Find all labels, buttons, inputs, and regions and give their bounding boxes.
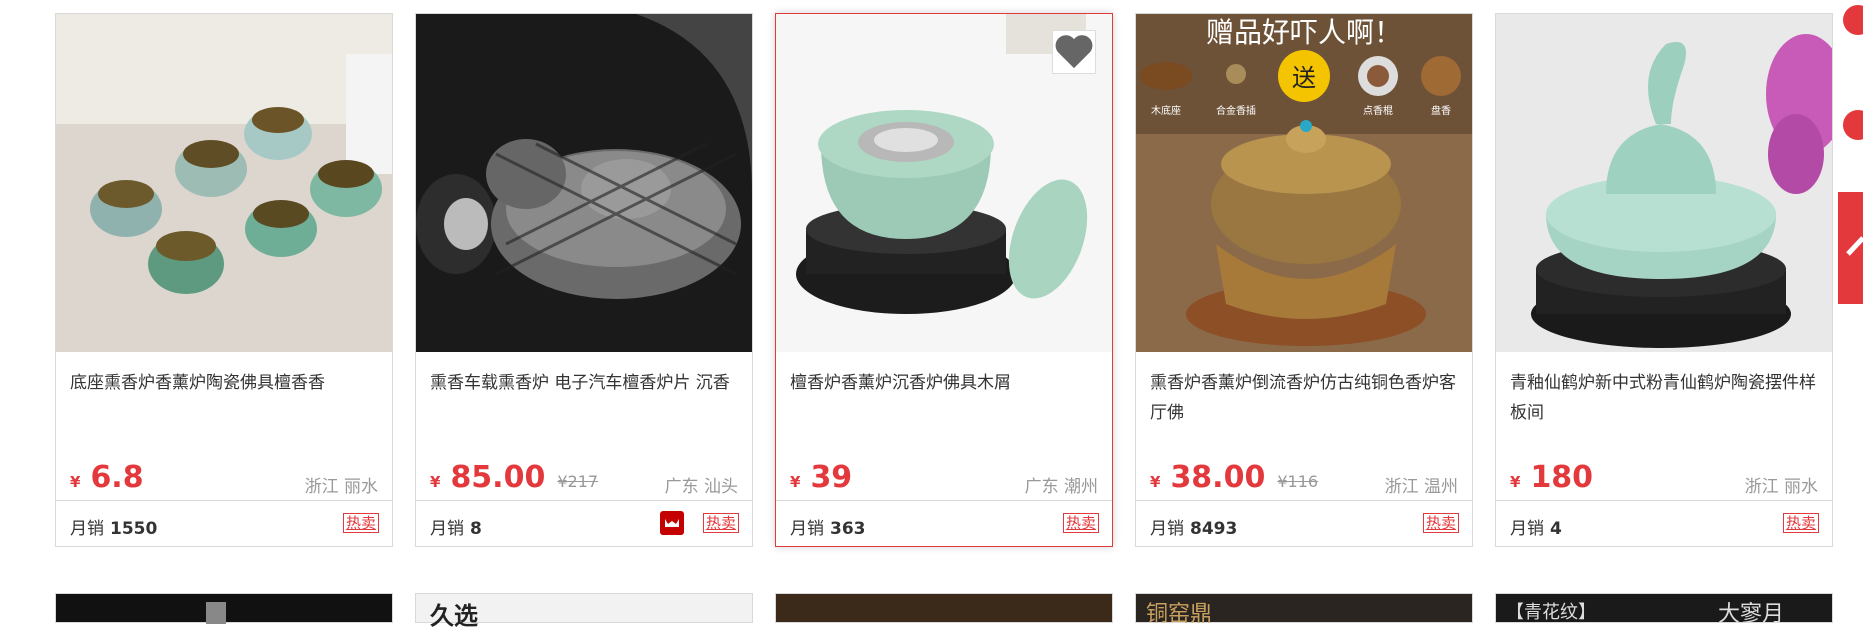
sidebar-icon [1843, 5, 1863, 35]
product-card[interactable]: 熏香车载熏香炉 电子汽车檀香炉片 沉香 ¥ 85.00 ¥217 广东 汕头 月… [415, 13, 753, 547]
image-text: 大寥月 [1718, 602, 1785, 627]
price-value: 180 [1530, 460, 1594, 495]
back-to-top-button[interactable] [1838, 192, 1863, 304]
hot-sale-badge[interactable]: 热卖 [1782, 513, 1819, 533]
image-text: 【青花纹】 [1506, 602, 1596, 623]
currency-symbol: ¥ [1150, 473, 1161, 491]
favorite-heart-button[interactable] [1052, 30, 1096, 74]
sales-label: 月销 [790, 519, 824, 539]
hot-sale-badge[interactable]: 热卖 [1062, 513, 1099, 533]
image-text: 久选 [430, 602, 478, 630]
product-image[interactable] [1496, 14, 1832, 352]
gift-item: 木底座 [1151, 104, 1181, 117]
sales-count: 8493 [1190, 519, 1238, 539]
sales-label: 月销 [1510, 519, 1544, 539]
product-card[interactable]: 底座熏香炉香薰炉陶瓷佛具檀香香 ¥ 6.8 浙江 丽水 月销 1550 热卖 [55, 13, 393, 547]
original-price: ¥116 [1277, 472, 1319, 491]
sidebar-tool-1[interactable] [1838, 0, 1863, 50]
product-image[interactable] [776, 14, 1112, 352]
original-price: ¥217 [557, 472, 599, 491]
product-card-partial[interactable]: 久选 [415, 593, 753, 630]
sidebar-icon [1843, 110, 1863, 140]
currency-symbol: ¥ [70, 473, 81, 491]
chevron-up-icon [1846, 236, 1863, 256]
image-text: 铜窑鼎 [1146, 602, 1213, 627]
sales-count: 363 [830, 519, 866, 539]
product-location: 浙江 温州 [1384, 477, 1458, 497]
sales-count: 8 [470, 519, 482, 539]
sales-count: 1550 [110, 519, 158, 539]
product-card[interactable]: 檀香炉香薰炉沉香炉佛具木屑 ¥ 39 广东 潮州 月销 363 热卖 [775, 13, 1113, 547]
sales-count: 4 [1550, 519, 1562, 539]
product-image[interactable] [56, 14, 392, 352]
price-value: 85.00 [450, 460, 546, 495]
product-location: 广东 汕头 [664, 477, 738, 497]
sales-label: 月销 [1150, 519, 1184, 539]
product-image-fragment [206, 602, 226, 624]
product-card-partial[interactable] [55, 593, 393, 624]
product-image[interactable]: 赠品好吓人啊！ 送 木底座 合金香插 点香棍 盘香 [1136, 14, 1472, 352]
monthly-sales: 月销 363 [790, 514, 866, 539]
card-footer: 月销 4 热卖 [1496, 500, 1832, 549]
hot-sale-badge[interactable]: 热卖 [702, 513, 739, 533]
monthly-sales: 月销 4 [1510, 514, 1562, 539]
card-footer: 月销 8 热卖 [416, 500, 752, 549]
product-price: ¥ 180 [1510, 460, 1593, 500]
price-value: 6.8 [90, 460, 144, 495]
price-value: 39 [810, 460, 853, 495]
product-location: 浙江 丽水 [1744, 477, 1818, 497]
sidebar-tool-2[interactable] [1838, 100, 1863, 160]
heart-icon [1055, 35, 1093, 69]
monthly-sales: 月销 8 [430, 514, 482, 539]
product-card[interactable]: 赠品好吓人啊！ 送 木底座 合金香插 点香棍 盘香 熏香炉香薰炉倒流香炉仿古纯铜… [1135, 13, 1473, 547]
card-footer: 月销 363 热卖 [776, 500, 1112, 549]
product-card-partial[interactable]: 铜窑鼎 [1135, 593, 1473, 627]
tmall-cat-icon[interactable] [660, 511, 684, 535]
product-price: ¥ 85.00 ¥217 [430, 460, 598, 500]
product-card-partial[interactable] [775, 593, 1113, 623]
monthly-sales: 月销 1550 [70, 514, 157, 539]
gift-item: 盘香 [1431, 104, 1451, 117]
product-title[interactable]: 熏香炉香薰炉倒流香炉仿古纯铜色香炉客厅佛 [1150, 368, 1460, 428]
card-footer: 月销 1550 热卖 [56, 500, 392, 549]
product-title[interactable]: 熏香车载熏香炉 电子汽车檀香炉片 沉香 [430, 368, 740, 398]
product-location: 浙江 丽水 [304, 477, 378, 497]
currency-symbol: ¥ [790, 473, 801, 491]
price-value: 38.00 [1170, 460, 1266, 495]
product-price: ¥ 38.00 ¥116 [1150, 460, 1318, 500]
product-title[interactable]: 檀香炉香薰炉沉香炉佛具木屑 [790, 368, 1100, 398]
product-card[interactable]: 青釉仙鹤炉新中式粉青仙鹤炉陶瓷摆件样板间 ¥ 180 浙江 丽水 月销 4 热卖 [1495, 13, 1833, 547]
monthly-sales: 月销 8493 [1150, 514, 1237, 539]
gift-item: 点香棍 [1363, 104, 1393, 117]
currency-symbol: ¥ [1510, 473, 1521, 491]
product-title[interactable]: 青釉仙鹤炉新中式粉青仙鹤炉陶瓷摆件样板间 [1510, 368, 1820, 428]
product-price: ¥ 6.8 [70, 460, 144, 500]
promo-send: 送 [1292, 64, 1316, 92]
currency-symbol: ¥ [430, 473, 441, 491]
sales-label: 月销 [430, 519, 464, 539]
hot-sale-badge[interactable]: 热卖 [342, 513, 379, 533]
product-card-partial[interactable]: 【青花纹】 大寥月 [1495, 593, 1833, 627]
card-footer: 月销 8493 热卖 [1136, 500, 1472, 549]
promo-headline: 赠品好吓人啊！ [1206, 16, 1402, 49]
sales-label: 月销 [70, 519, 104, 539]
hot-sale-badge[interactable]: 热卖 [1422, 513, 1459, 533]
product-price: ¥ 39 [790, 460, 852, 500]
product-title[interactable]: 底座熏香炉香薰炉陶瓷佛具檀香香 [70, 368, 380, 398]
product-image[interactable] [416, 14, 752, 352]
product-location: 广东 潮州 [1024, 477, 1098, 497]
gift-item: 合金香插 [1216, 104, 1256, 117]
